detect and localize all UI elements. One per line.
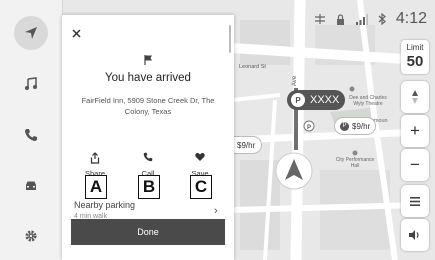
menu-icon [410,196,420,206]
callout-b: B [138,175,160,199]
close-icon [72,29,81,38]
zoom-in-button[interactable]: + [401,115,429,147]
volume-button[interactable] [401,219,429,251]
phone-icon [25,129,37,141]
speed-limit-value: 50 [406,53,424,70]
lock-icon [336,13,344,25]
media-button[interactable] [14,67,48,101]
place-label-wyly-theatre: Dee and Charles Wyly Theatre [349,95,387,107]
signal-icon [355,13,368,25]
destination-address: FairField Inn, 5909 Stone Creek Dr, The … [81,96,215,116]
climate-icon [314,14,325,24]
destination-pin-label: XXXX [310,94,340,106]
parking-icon: P [340,121,349,131]
zoom-in-label: + [410,121,420,140]
speaker-icon [409,230,419,240]
navigation-screen: P Leonard St Ave Dee and Charles Wyly Th… [0,0,435,260]
speed-limit-sign: Limit 50 [401,40,429,74]
left-rail [0,0,63,260]
status-bar: 4:12 [314,10,427,28]
heart-icon [195,153,205,161]
navigation-arrow-icon [25,27,37,39]
phone-button[interactable] [14,118,48,152]
music-note-icon [25,77,37,90]
compass-button[interactable] [401,81,429,113]
parking-pin-icon: P [291,93,305,107]
clock-time: 4:12 [395,10,427,27]
car-icon [26,181,36,190]
arrival-title: You have arrived [105,72,191,84]
parking-price-label-partial: $9/hr [237,140,256,150]
menu-button[interactable] [401,185,429,217]
share-icon [90,152,100,164]
street-label-ave: Ave [292,75,299,87]
destination-pin[interactable]: P XXXX [287,90,345,110]
parking-price-label: $9/hr [352,121,371,131]
chevron-right-icon[interactable]: › [214,205,218,217]
done-button[interactable]: Done [71,219,225,245]
street-label-leonard: Leonard St [239,64,266,70]
zoom-out-button[interactable]: − [401,149,429,181]
phone-icon [143,152,153,162]
callout-c: C [190,175,212,199]
parking-price-tag[interactable]: P $9/hr [334,117,377,135]
nearby-parking-label[interactable]: Nearby parking [74,200,135,210]
north-up-icon [412,90,418,104]
bluetooth-icon [378,13,386,25]
panel-scrollbar[interactable] [229,25,231,53]
settings-button[interactable] [14,219,48,253]
navigation-button[interactable] [14,16,48,50]
vehicle-button[interactable] [14,169,48,203]
speed-limit-label: Limit [406,43,424,52]
place-label-city-performance-hall: City Performance Hall [335,157,375,169]
callout-a: A [85,175,107,199]
flag-icon [144,55,152,65]
gear-icon [25,230,37,242]
close-button[interactable] [72,25,81,41]
svg-text:P: P [307,125,311,131]
arrival-panel: You have arrived FairField Inn, 5909 Sto… [62,15,234,260]
zoom-out-label: − [410,155,420,174]
